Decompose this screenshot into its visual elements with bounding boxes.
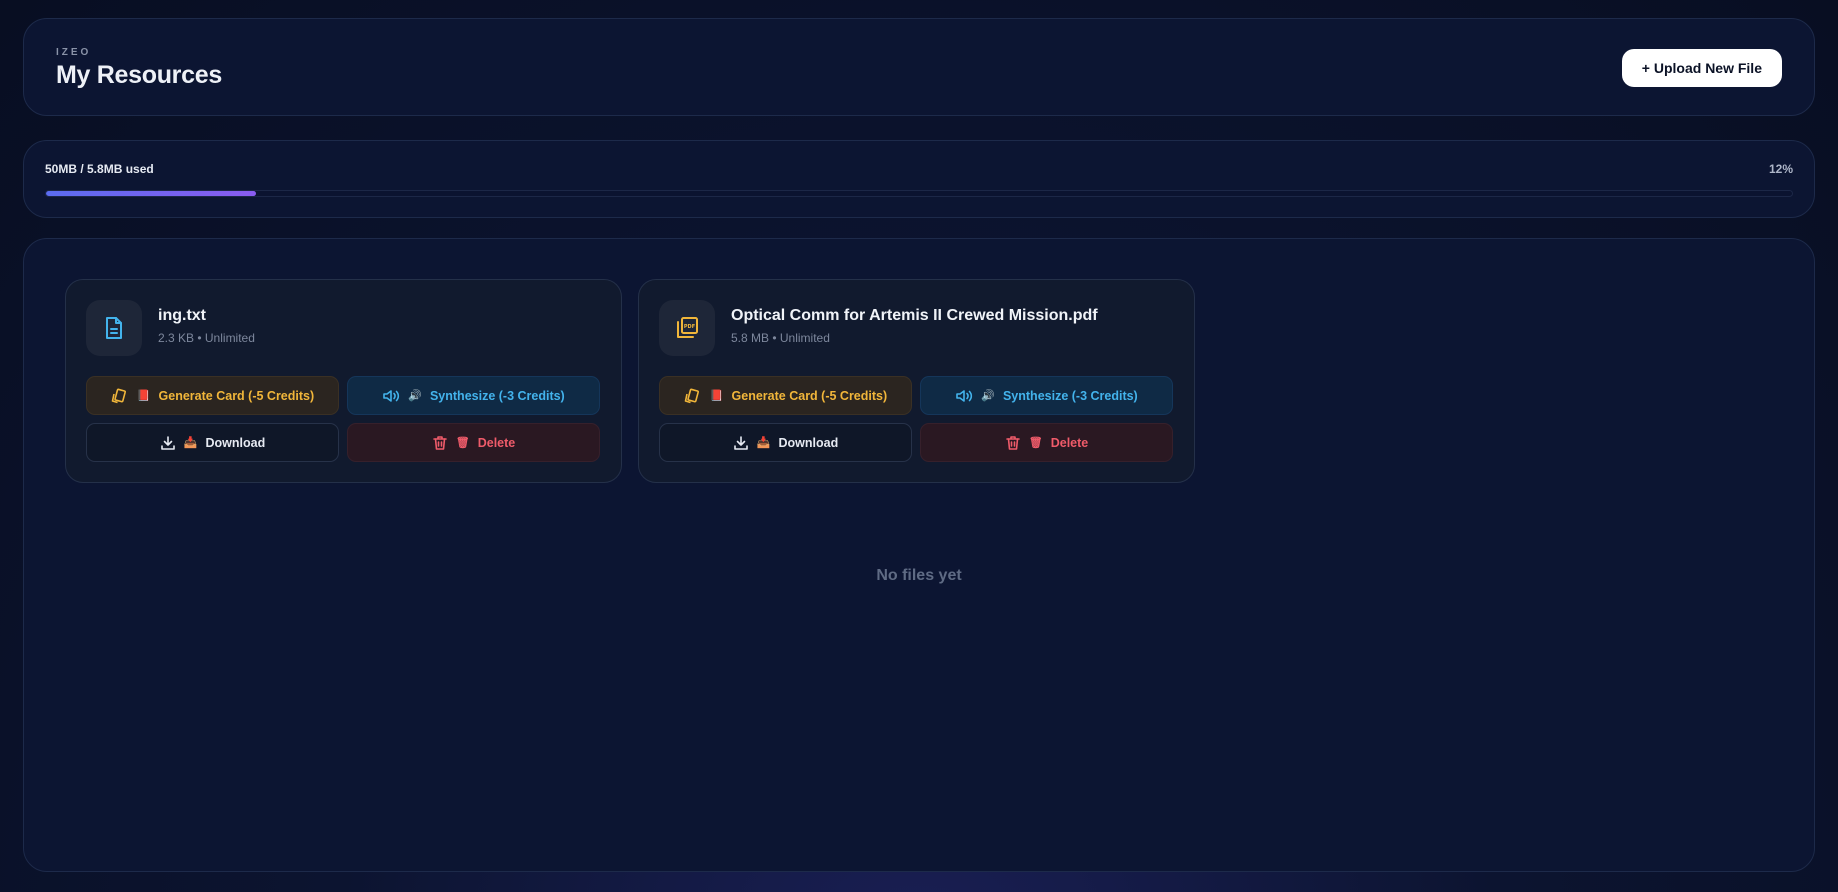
delete-label: Delete [1050,435,1089,450]
file-name: ing.txt [158,307,206,324]
storage-percent: 12% [1768,162,1793,176]
page-title: My Resources [56,61,222,89]
delete-label: Delete [477,435,516,450]
cards-icon [684,388,699,403]
storage-panel: 50MB / 5.8MB used 12% [23,140,1815,218]
download-icon [733,435,748,450]
header-panel: IZEO My Resources + Upload New File [23,18,1815,116]
wastebasket-emoji-icon: 🗑 [455,436,470,449]
delete-button[interactable]: 🗑 Delete [347,423,600,462]
text-file-icon [86,300,142,356]
generate-card-label: Generate Card (-5 Credits) [731,388,888,403]
download-button[interactable]: 📥 Download [86,423,339,462]
cards-icon [111,388,126,403]
trash-icon [432,435,447,450]
synthesize-label: Synthesize (-3 Credits) [429,388,565,403]
file-name: Optical Comm for Artemis II Crewed Missi… [731,307,1098,324]
synthesize-button[interactable]: 🔊 Synthesize (-3 Credits) [347,376,600,415]
speaker-emoji-icon: 🔊 [981,389,995,402]
speaker-emoji-icon: 🔊 [408,389,422,402]
generate-card-button[interactable]: 📕 Generate Card (-5 Credits) [86,376,339,415]
speaker-icon [956,389,973,402]
book-emoji-icon: 📕 [136,389,151,402]
delete-button[interactable]: 🗑 Delete [920,423,1173,462]
synthesize-label: Synthesize (-3 Credits) [1002,388,1138,403]
storage-progress-bar [45,190,1793,197]
storage-usage-label: 50MB / 5.8MB used [45,162,154,176]
storage-progress-fill [46,191,256,196]
generate-card-label: Generate Card (-5 Credits) [158,388,315,403]
wastebasket-emoji-icon: 🗑 [1028,436,1043,449]
svg-text:PDF: PDF [684,324,695,330]
file-card: PDF Optical Comm for Artemis II Crewed M… [638,279,1195,483]
inbox-emoji-icon: 📥 [756,436,771,449]
speaker-icon [383,389,400,402]
empty-state-text: No files yet [876,567,962,584]
synthesize-button[interactable]: 🔊 Synthesize (-3 Credits) [920,376,1173,415]
file-meta: 2.3 KB • Unlimited [158,331,255,345]
generate-card-button[interactable]: 📕 Generate Card (-5 Credits) [659,376,912,415]
trash-icon [1005,435,1020,450]
upload-new-file-button[interactable]: + Upload New File [1621,49,1782,87]
download-icon [160,435,175,450]
download-button[interactable]: 📥 Download [659,423,912,462]
book-emoji-icon: 📕 [709,389,724,402]
files-panel: ing.txt 2.3 KB • Unlimited 📕 Generate Ca… [23,238,1815,872]
pdf-file-icon: PDF [659,300,715,356]
download-label: Download [205,435,266,450]
file-card: ing.txt 2.3 KB • Unlimited 📕 Generate Ca… [65,279,622,483]
brand-label: IZEO [56,47,92,58]
inbox-emoji-icon: 📥 [183,436,198,449]
download-label: Download [778,435,839,450]
file-meta: 5.8 MB • Unlimited [731,331,830,345]
